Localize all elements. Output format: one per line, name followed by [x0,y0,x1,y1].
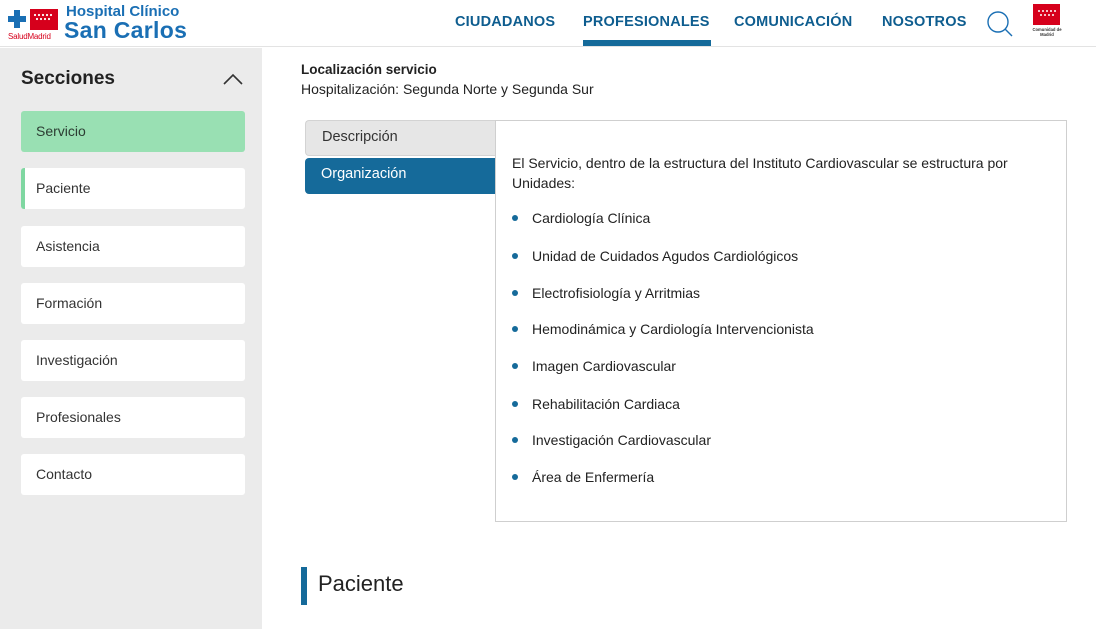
nav-ciudadanos[interactable]: CIUDADANOS [455,14,555,30]
nav-comunicacion[interactable]: COMUNICACIÓN [734,14,852,30]
list-item: Rehabilitación Cardiaca [512,396,680,412]
madrid-flag-icon [1033,4,1060,25]
sections-sidebar: Secciones Servicio Paciente Asistencia F… [0,48,262,629]
comunidad-madrid-logo[interactable]: Comunidad de Madrid [1030,4,1066,44]
search-icon[interactable] [986,10,1014,38]
unit-label: Rehabilitación Cardiaca [532,396,680,412]
bullet-icon [512,215,518,222]
sidebar-item-asistencia[interactable]: Asistencia [21,226,245,267]
bullet-icon [512,437,518,444]
list-item: Unidad de Cuidados Agudos Cardiológicos [512,248,798,264]
unit-label: Hemodinámica y Cardiología Intervencioni… [532,321,814,337]
bullet-icon [512,290,518,297]
unit-label: Imagen Cardiovascular [532,358,676,374]
active-nav-indicator [583,40,711,46]
location-value: Hospitalización: Segunda Norte y Segunda… [301,81,594,97]
bullet-icon [512,363,518,370]
list-item: Cardiología Clínica [512,210,650,226]
sidebar-item-paciente[interactable]: Paciente [21,168,245,209]
sidebar-item-formacion[interactable]: Formación [21,283,245,324]
nav-nosotros[interactable]: NOSOTROS [882,14,967,30]
list-item: Imagen Cardiovascular [512,358,676,374]
bullet-icon [512,253,518,260]
bullet-icon [512,474,518,481]
section-accent-bar [301,567,307,605]
sidebar-item-servicio[interactable]: Servicio [21,111,245,152]
chevron-up-icon[interactable] [222,72,244,86]
hospital-logo[interactable]: SaludMadrid Hospital Clínico San Carlos [6,3,196,45]
sidebar-title: Secciones [21,68,115,89]
unit-label: Investigación Cardiovascular [532,432,711,448]
logo-mark-icon [8,9,58,30]
organization-panel: El Servicio, dentro de la estructura del… [495,120,1067,522]
panel-intro: El Servicio, dentro de la estructura del… [512,155,1008,191]
nav-profesionales[interactable]: PROFESIONALES [583,14,710,30]
location-title: Localización servicio [301,62,437,77]
list-item: Hemodinámica y Cardiología Intervencioni… [512,321,814,337]
bullet-icon [512,401,518,408]
bullet-icon [512,326,518,333]
list-item: Electrofisiología y Arritmias [512,285,700,301]
sidebar-item-contacto[interactable]: Contacto [21,454,245,495]
comunidad-madrid-label: Comunidad de Madrid [1032,27,1062,37]
logo-line2: San Carlos [64,17,188,43]
unit-label: Electrofisiología y Arritmias [532,285,701,301]
list-item: Área de Enfermería [512,469,654,485]
list-item: Investigación Cardiovascular [512,432,711,448]
tab-descripcion[interactable]: Descripción [305,120,497,156]
unit-label: Unidad de Cuidados Agudos Cardiológicos [532,248,799,264]
unit-label: Área de Enfermería [532,469,655,485]
section-title-paciente: Paciente [318,571,404,596]
site-header: SaludMadrid Hospital Clínico San Carlos … [0,0,1096,47]
unit-label: Cardiología Clínica [532,210,651,226]
logo-subbrand: SaludMadrid [8,32,51,41]
sidebar-item-investigacion[interactable]: Investigación [21,340,245,381]
tab-organizacion[interactable]: Organización [305,158,497,194]
sidebar-item-profesionales[interactable]: Profesionales [21,397,245,438]
